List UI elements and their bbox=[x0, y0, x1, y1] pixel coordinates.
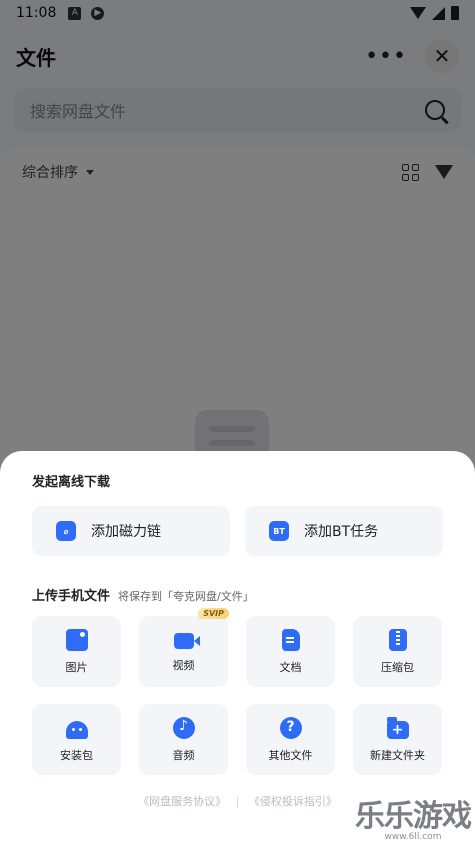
upload-audio-button[interactable]: 音频 bbox=[139, 704, 228, 775]
footer-separator: | bbox=[235, 795, 240, 808]
add-bt-label: 添加BT任务 bbox=[304, 524, 379, 540]
upload-section-title: 上传手机文件 将保存到「夸克网盘/文件」 bbox=[32, 585, 443, 604]
complaint-guide-link[interactable]: 《侵权投诉指引》 bbox=[249, 795, 337, 808]
audio-icon bbox=[172, 716, 195, 739]
tile-label: 其他文件 bbox=[268, 748, 313, 762]
tile-label: 音频 bbox=[172, 748, 195, 762]
magnet-icon: ⌀ bbox=[56, 521, 76, 541]
tile-label: 视频 bbox=[172, 659, 195, 672]
offline-actions: ⌀ 添加磁力链 BT 添加BT任务 bbox=[32, 506, 443, 556]
add-bt-task-button[interactable]: BT 添加BT任务 bbox=[245, 506, 443, 556]
other-file-icon bbox=[279, 716, 302, 739]
tile-label: 安装包 bbox=[60, 748, 93, 762]
upload-other-file-button[interactable]: 其他文件 bbox=[246, 704, 335, 775]
upload-destination-hint: 将保存到「夸克网盘/文件」 bbox=[118, 590, 254, 603]
new-folder-icon bbox=[386, 716, 409, 739]
zip-icon bbox=[388, 628, 407, 651]
tile-label: 图片 bbox=[65, 660, 88, 674]
tile-label: 新建文件夹 bbox=[370, 748, 425, 762]
upload-video-button[interactable]: SVIP 视频 bbox=[139, 608, 229, 687]
new-folder-button[interactable]: 新建文件夹 bbox=[353, 704, 442, 775]
svip-badge: SVIP bbox=[198, 608, 229, 619]
tile-label: 压缩包 bbox=[381, 660, 414, 674]
video-icon bbox=[173, 633, 200, 649]
upload-image-button[interactable]: 图片 bbox=[32, 616, 121, 687]
upload-zip-button[interactable]: 压缩包 bbox=[353, 616, 442, 687]
upload-title: 上传手机文件 bbox=[32, 589, 111, 604]
upload-grid: 图片 SVIP 视频 文档 压缩包 安装包 音频 其他文件 新建文 bbox=[32, 608, 443, 775]
bt-icon: BT bbox=[269, 521, 289, 541]
watermark: 乐乐游戏 www.6ll.com bbox=[355, 799, 472, 843]
upload-bottom-sheet: 发起离线下载 ⌀ 添加磁力链 BT 添加BT任务 上传手机文件 将保存到「夸克网… bbox=[0, 451, 475, 846]
service-agreement-link[interactable]: 《网盘服务协议》 bbox=[138, 795, 226, 808]
apk-icon bbox=[65, 720, 88, 739]
upload-document-button[interactable]: 文档 bbox=[246, 616, 335, 687]
document-icon bbox=[281, 628, 300, 651]
offline-download-title: 发起离线下载 bbox=[32, 475, 111, 490]
add-magnet-label: 添加磁力链 bbox=[91, 524, 161, 540]
watermark-text: 乐乐游戏 bbox=[355, 799, 472, 834]
image-icon bbox=[65, 628, 88, 651]
add-magnet-button[interactable]: ⌀ 添加磁力链 bbox=[32, 506, 230, 556]
tile-label: 文档 bbox=[279, 660, 302, 674]
upload-apk-button[interactable]: 安装包 bbox=[32, 704, 121, 775]
